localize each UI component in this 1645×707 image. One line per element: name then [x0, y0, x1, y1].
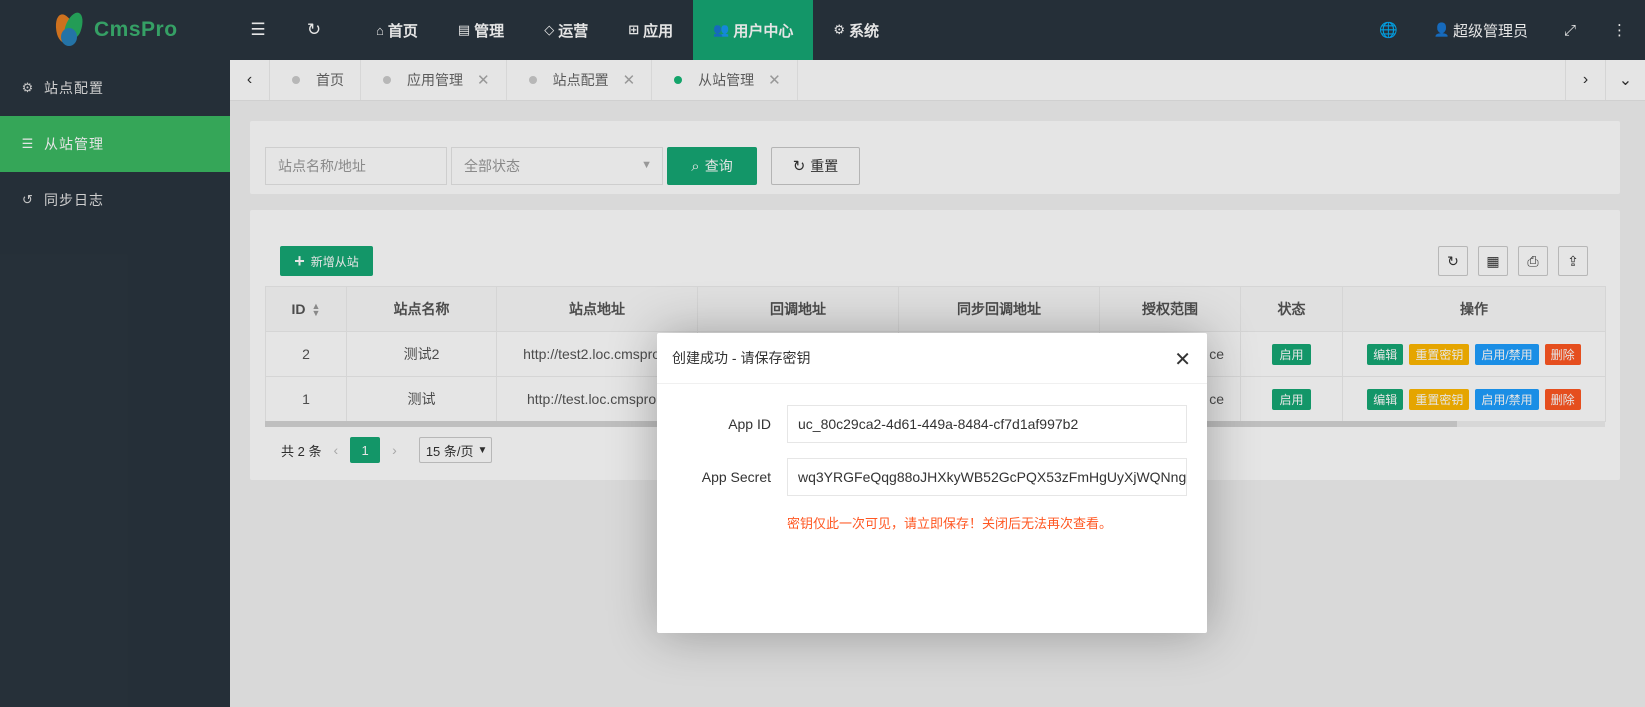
close-icon[interactable]: ✕	[1174, 347, 1191, 372]
app-id-field: App ID uc_80c29ca2-4d61-449a-8484-cf7d1a…	[657, 405, 1207, 443]
secret-dialog: 创建成功 - 请保存密钥 ✕ App ID uc_80c29ca2-4d61-4…	[657, 333, 1207, 633]
dialog-title: 创建成功 - 请保存密钥	[657, 333, 1207, 384]
app-secret-label: App Secret	[701, 469, 771, 485]
app-id-label: App ID	[728, 416, 771, 432]
app-secret-input[interactable]: wq3YRGFeQqg88oJHXkyWB52GcPQX53zFmHgUyXjW…	[787, 458, 1187, 496]
app-id-input[interactable]: uc_80c29ca2-4d61-449a-8484-cf7d1af997b2	[787, 405, 1187, 443]
secret-warning: 密钥仅此一次可见，请立即保存！关闭后无法再次查看。	[787, 516, 1113, 531]
app-secret-field: App Secret wq3YRGFeQqg88oJHXkyWB52GcPQX5…	[657, 458, 1207, 496]
